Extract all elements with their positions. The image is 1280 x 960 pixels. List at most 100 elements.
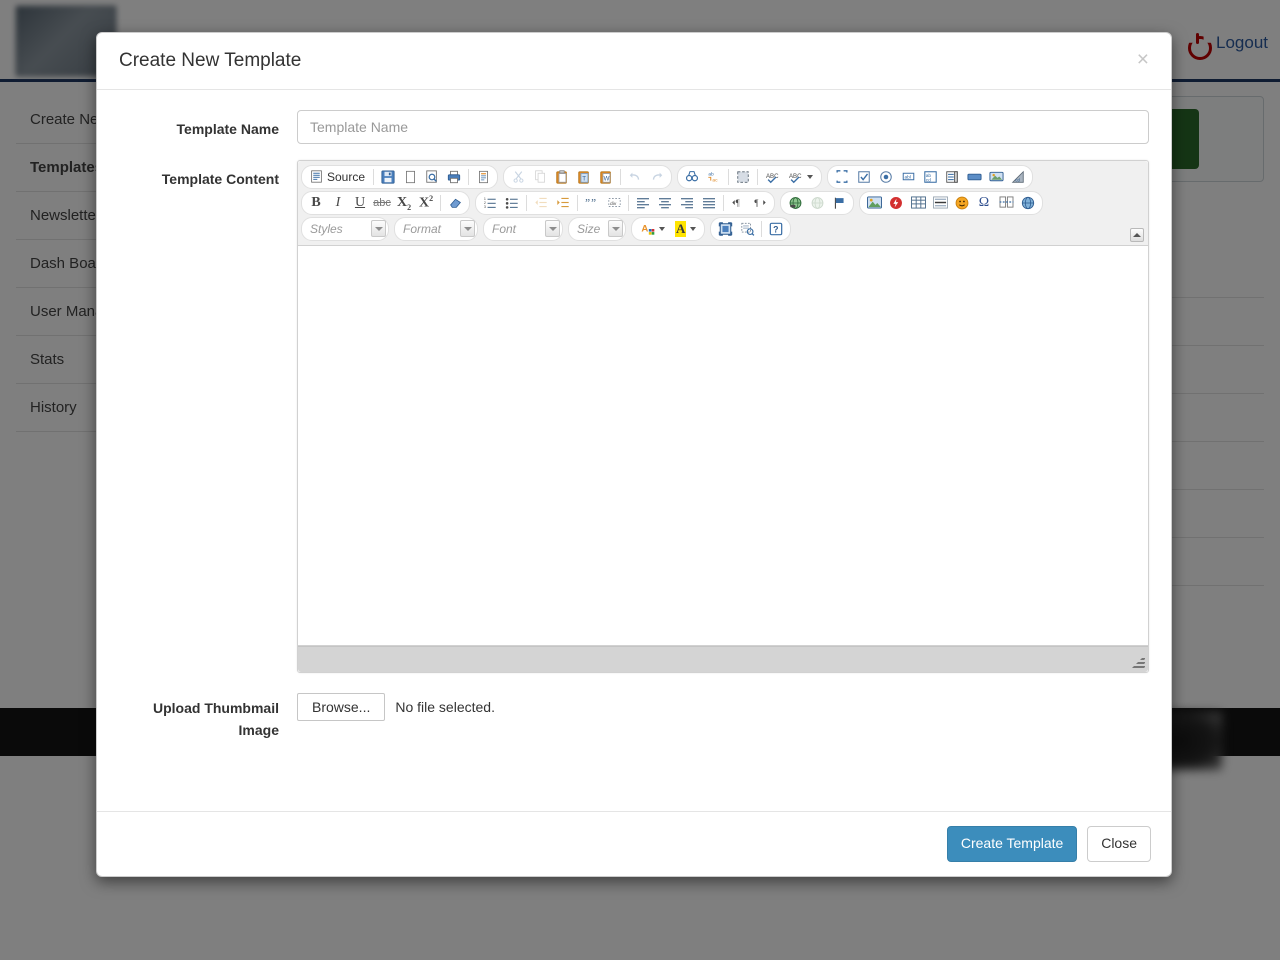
show-blocks-icon [741,222,755,236]
svg-text:cd: cd [925,177,930,183]
font-combo-label: Font [492,221,517,236]
template-content-row: Template Content Source T W ab ac ABC AB… [119,159,1149,673]
editor-content-area[interactable] [298,245,1148,646]
iframe-button[interactable] [1017,193,1039,213]
source-button[interactable]: Source [305,167,370,187]
text-color-button[interactable]: A [635,219,670,239]
clipboard-icon [556,170,567,184]
image-button[interactable] [863,193,885,213]
text-field-button[interactable]: abl [897,167,919,187]
browse-button[interactable]: Browse... [297,692,386,721]
horizontal-rule-button[interactable] [929,193,951,213]
chevron-down-icon [807,174,814,179]
preview-button[interactable] [421,167,443,187]
form-button[interactable] [831,167,853,187]
cut-button[interactable] [507,167,529,187]
text-color-icon: A [641,224,655,235]
align-justify-button[interactable] [698,193,720,213]
toolbar-group-editing: ab ac ABC ABC [677,164,823,189]
size-combo[interactable]: Size [568,216,626,241]
bulleted-list-button[interactable] [501,193,523,213]
close-icon[interactable]: × [1133,47,1153,72]
unlink-button[interactable] [806,193,828,213]
about-button[interactable]: ? [765,219,787,239]
underline-button[interactable]: U [349,193,371,213]
subscript-button[interactable]: X2 [393,193,415,213]
checkbox-button[interactable] [853,167,875,187]
save-button[interactable] [377,167,399,187]
page-break-button[interactable] [995,193,1017,213]
radio-button-button[interactable] [875,167,897,187]
form-button-button[interactable] [963,167,985,187]
textarea-button[interactable]: ab cd [919,167,941,187]
paste-button[interactable] [551,167,573,187]
table-button[interactable] [907,193,929,213]
select-all-button[interactable] [732,167,754,187]
increase-indent-button[interactable] [552,193,574,213]
bold-button[interactable]: B [305,193,327,213]
format-combo[interactable]: Format [394,216,478,241]
superscript-button[interactable]: X2 [415,193,437,213]
numbered-list-button[interactable]: 123 [479,193,501,213]
rtl-button[interactable]: ¶ [749,193,771,213]
background-color-button[interactable]: A [670,219,701,239]
copy-button[interactable] [529,167,551,187]
template-content-label: Template Content [161,170,279,187]
floppy-disk-icon [381,170,395,184]
maximize-button[interactable] [714,219,736,239]
strikethrough-icon: abc [373,196,391,209]
copy-icon [534,170,545,184]
paste-word-icon: W [600,171,611,184]
align-center-button[interactable] [654,193,676,213]
close-button[interactable]: Close [1087,826,1151,862]
redo-button[interactable] [646,167,668,187]
print-button[interactable] [443,167,465,187]
italic-button[interactable]: I [327,193,349,213]
anchor-button[interactable] [828,193,850,213]
flash-button[interactable] [885,193,907,213]
replace-button[interactable]: ab ac [703,167,725,187]
font-combo[interactable]: Font [483,216,563,241]
ltr-button[interactable]: ¶ [727,193,749,213]
image-button-button[interactable] [985,167,1007,187]
align-left-button[interactable] [632,193,654,213]
separator [761,220,763,237]
editor-resize-handle[interactable] [1131,656,1145,670]
svg-text:abl: abl [904,175,911,181]
button-icon [967,173,982,181]
replace-icon: abac [708,172,718,183]
file-input[interactable]: Browse... No file selected. [297,689,1149,721]
scayt-menu-button[interactable]: ABC [783,167,818,187]
chevron-down-icon [371,220,386,238]
separator [373,168,375,185]
show-blocks-button[interactable] [736,219,758,239]
page-break-icon [999,196,1013,209]
strike-button[interactable]: abc [371,193,393,213]
link-button[interactable] [784,193,806,213]
toolbar-group-paragraph: 123 ” ” div ¶ ¶ [475,190,775,215]
templates-button[interactable] [472,167,494,187]
spellcheck-dropdown-icon: ABC [789,173,802,184]
paste-from-word-button[interactable]: W [595,167,617,187]
spell-check-button[interactable]: ABC [761,167,783,187]
special-char-button[interactable]: Ω [973,193,995,213]
remove-format-button[interactable] [444,193,466,213]
chevron-down-icon [690,226,697,231]
div-container-button[interactable]: div [603,193,625,213]
align-right-button[interactable] [676,193,698,213]
find-button[interactable] [681,167,703,187]
new-page-button[interactable] [399,167,421,187]
toolbar-collapse-icon[interactable] [1130,227,1144,242]
undo-button[interactable] [624,167,646,187]
undo-arrow-icon [629,172,640,180]
select-field-button[interactable] [941,167,963,187]
smiley-button[interactable] [951,193,973,213]
create-template-button[interactable]: Create Template [946,826,1078,862]
blockquote-icon: ”” [585,197,596,209]
blockquote-button[interactable]: ”” [581,193,603,213]
hidden-field-button[interactable]: cd [1007,167,1029,187]
paste-text-button[interactable]: T [573,167,595,187]
template-name-input[interactable] [297,109,1149,144]
decrease-indent-button[interactable] [530,193,552,213]
styles-combo[interactable]: Styles [301,216,389,241]
